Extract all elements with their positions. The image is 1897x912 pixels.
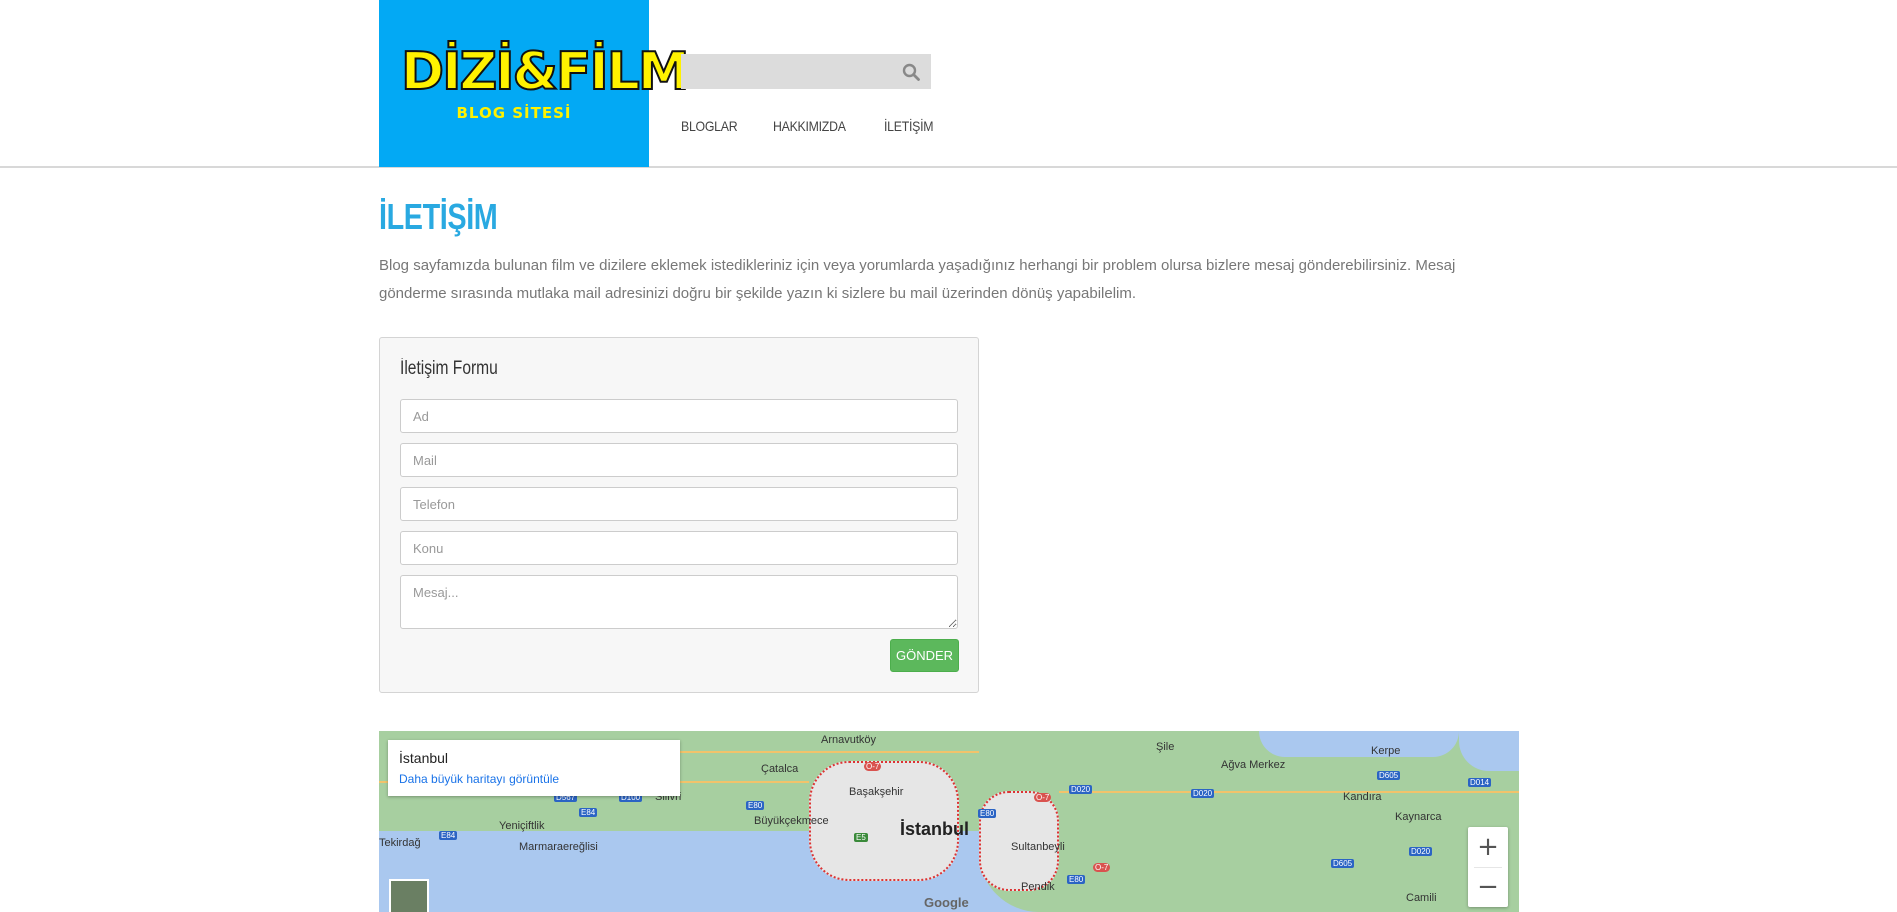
zoom-out-button[interactable]: − bbox=[1468, 867, 1508, 907]
search-icon bbox=[902, 63, 920, 81]
map-road-shield: D605 bbox=[1377, 771, 1401, 780]
map-label: Kandıra bbox=[1343, 791, 1382, 803]
nav-item-iletisim[interactable]: İLETİŞİM bbox=[884, 118, 934, 134]
nav-item-bloglar[interactable]: BLOGLAR bbox=[681, 118, 738, 134]
submit-button[interactable]: GÖNDER bbox=[890, 639, 959, 672]
map-label: Kerpe bbox=[1371, 745, 1401, 757]
search-bar bbox=[681, 54, 931, 89]
zoom-divider bbox=[1474, 867, 1502, 868]
map-road-shield: O-7 bbox=[864, 762, 882, 771]
map-label: Şile bbox=[1156, 741, 1175, 753]
map-label: Arnavutköy bbox=[821, 734, 877, 746]
map-label: Başakşehir bbox=[849, 786, 904, 798]
email-field[interactable] bbox=[400, 443, 958, 477]
map-label: Pendik bbox=[1021, 881, 1055, 893]
map-road-shield: E80 bbox=[746, 801, 765, 810]
main-nav: BLOGLAR HAKKIMIZDA İLETİŞİM bbox=[681, 118, 940, 134]
map-road bbox=[1059, 791, 1519, 793]
map-road-shield: D020 bbox=[1409, 847, 1433, 856]
map-place-name: İstanbul bbox=[399, 750, 449, 766]
map-label: Kaynarca bbox=[1395, 811, 1442, 823]
map-road-shield: E5 bbox=[854, 833, 868, 842]
map-road-shield: D020 bbox=[1069, 785, 1093, 794]
phone-field[interactable] bbox=[400, 487, 958, 521]
form-title: İletişim Formu bbox=[400, 358, 498, 379]
map-info-card: İstanbul Daha büyük haritayı görüntüle bbox=[388, 740, 680, 796]
logo-tagline: BLOG SİTESİ bbox=[456, 104, 572, 122]
map-label: Tekirdağ bbox=[379, 837, 421, 849]
zoom-in-button[interactable]: + bbox=[1468, 827, 1508, 867]
search-input[interactable] bbox=[681, 54, 891, 89]
map-label: Yeniçiftlik bbox=[499, 820, 545, 832]
map-road-shield: O-7 bbox=[1093, 863, 1111, 872]
contact-form: İletişim Formu GÖNDER bbox=[379, 337, 979, 693]
map-land-thrace bbox=[379, 791, 439, 831]
site-logo[interactable]: DİZİ&FİLM BLOG SİTESİ bbox=[379, 0, 691, 167]
map-road-shield: D014 bbox=[1468, 778, 1492, 787]
intro-text: Blog sayfamızda bulunan film ve dizilere… bbox=[379, 257, 1456, 302]
map-road-shield: E84 bbox=[439, 831, 458, 840]
larger-map-link[interactable]: Daha büyük haritayı görüntüle bbox=[399, 772, 559, 786]
subject-field[interactable] bbox=[400, 531, 958, 565]
map-label: Ağva Merkez bbox=[1221, 759, 1286, 771]
message-field[interactable] bbox=[400, 575, 958, 629]
map-label: Sultanbeyli bbox=[1011, 841, 1065, 853]
page-title: İLETİŞİM bbox=[379, 196, 498, 237]
map-label: Büyükçekmece bbox=[754, 815, 829, 827]
map-label-city: İstanbul bbox=[900, 819, 970, 839]
map-label: Çatalca bbox=[761, 763, 799, 775]
map-sea-blacksea-2 bbox=[1259, 731, 1459, 757]
map-road-shield: E80 bbox=[978, 809, 997, 818]
map-label: Camili bbox=[1406, 892, 1437, 904]
map-road-shield: E80 bbox=[1067, 875, 1086, 884]
search-button[interactable] bbox=[891, 54, 931, 89]
name-field[interactable] bbox=[400, 399, 958, 433]
google-logo: Google bbox=[924, 895, 969, 910]
map-embed[interactable]: Arnavutköy Şile Ağva Merkez Kerpe Çatalc… bbox=[379, 731, 1519, 912]
map-road bbox=[679, 751, 979, 753]
map-road-shield: E84 bbox=[579, 808, 598, 817]
map-satellite-thumbnail[interactable] bbox=[389, 879, 429, 912]
map-zoom-control: + − bbox=[1468, 827, 1508, 907]
map-road-shield: D605 bbox=[1331, 859, 1355, 868]
logo-wordmark: DİZİ&FİLM bbox=[400, 42, 691, 102]
map-road-shield: D020 bbox=[1191, 789, 1215, 798]
site-header: DİZİ&FİLM BLOG SİTESİ BLOGLAR HAKKIMIZDA… bbox=[0, 0, 1897, 168]
map-label: Marmaraereğlisi bbox=[519, 841, 598, 853]
nav-item-hakkimizda[interactable]: HAKKIMIZDA bbox=[773, 118, 846, 134]
map-road-shield: O-7 bbox=[1034, 793, 1052, 802]
